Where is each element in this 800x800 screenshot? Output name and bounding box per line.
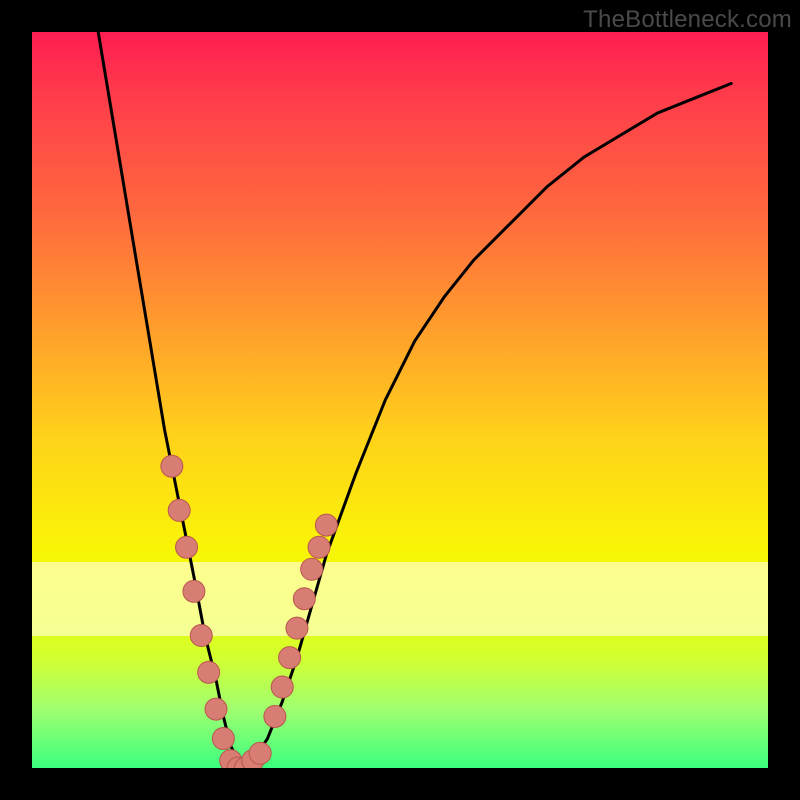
watermark-text: TheBottleneck.com bbox=[583, 6, 792, 34]
chart-frame: TheBottleneck.com bbox=[0, 0, 800, 800]
data-marker bbox=[308, 536, 330, 558]
data-marker bbox=[264, 705, 286, 727]
data-marker bbox=[161, 455, 183, 477]
data-marker bbox=[249, 742, 271, 764]
data-marker bbox=[279, 647, 301, 669]
data-marker bbox=[286, 617, 308, 639]
data-marker bbox=[301, 558, 323, 580]
data-marker bbox=[212, 728, 234, 750]
data-marker bbox=[190, 625, 212, 647]
data-marker bbox=[271, 676, 293, 698]
data-marker bbox=[176, 536, 198, 558]
chart-plot-area bbox=[32, 32, 768, 768]
data-marker bbox=[315, 514, 337, 536]
data-marker bbox=[183, 580, 205, 602]
data-marker bbox=[198, 661, 220, 683]
data-marker bbox=[205, 698, 227, 720]
data-marker bbox=[168, 499, 190, 521]
data-marker bbox=[293, 588, 315, 610]
chart-svg bbox=[32, 32, 768, 768]
bottleneck-curve bbox=[98, 32, 731, 768]
